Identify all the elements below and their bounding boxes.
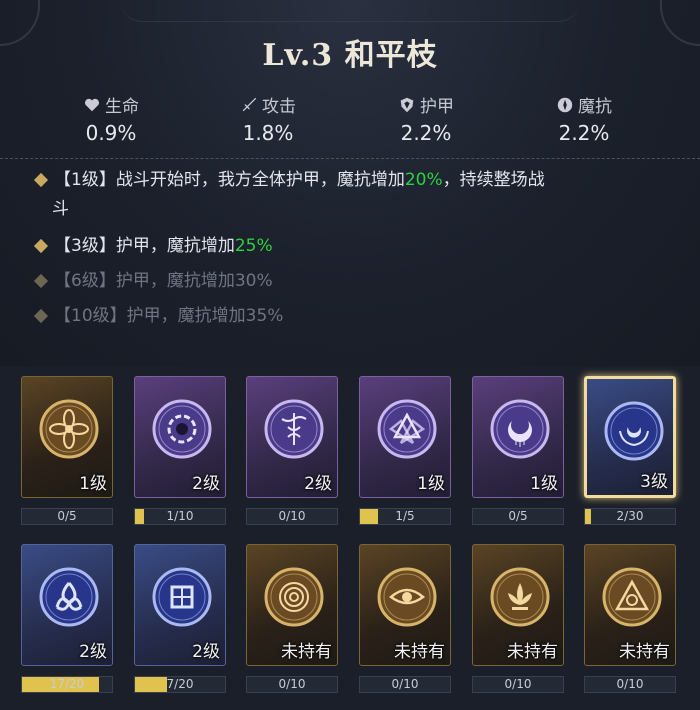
emblem-level: 未持有: [281, 642, 332, 662]
stat-label: 生命: [105, 97, 139, 117]
magic-resist-icon: [556, 96, 574, 114]
stat-attack: 攻击 1.8%: [198, 92, 338, 145]
laurel-moon-emblem-icon: [604, 401, 664, 461]
progress-bar: 7/20: [134, 676, 226, 693]
progress-bar: 2/30: [584, 508, 676, 525]
shield-icon: [398, 96, 416, 114]
knot-emblem-icon: [152, 567, 212, 627]
progress-bar: 0/10: [246, 508, 338, 525]
diamond-bullet-icon: [33, 308, 49, 324]
valknut-emblem-icon: [377, 399, 437, 459]
emblem-card-eye-emblem[interactable]: 未持有: [359, 544, 451, 666]
flower-emblem-icon: [39, 399, 99, 459]
progress-text: 17/20: [49, 677, 85, 691]
emblem-level: 2级: [192, 474, 220, 494]
progress-bar: 0/10: [584, 676, 676, 693]
stat-hp: 生命 0.9%: [41, 92, 181, 145]
emblem-card-triquetra-emblem[interactable]: 2级: [21, 544, 113, 666]
emblem-level: 未持有: [619, 642, 670, 662]
emblem-level: 未持有: [507, 642, 558, 662]
maze-emblem-icon: [264, 567, 324, 627]
diamond-bullet-icon: [33, 172, 49, 188]
progress-bar: 17/20: [21, 676, 113, 693]
emblem-level: 1级: [417, 474, 445, 494]
moon-dreamcatcher-emblem-icon: [490, 399, 550, 459]
skill-text-suffix: ，持续整场战: [442, 170, 545, 190]
progress-text: 0/10: [278, 509, 306, 523]
progress-text: 0/5: [57, 509, 77, 523]
item-title: Lv.3 和平枝: [262, 38, 438, 73]
skill-tier-3: 【3级】护甲，魔抗增加25%: [0, 232, 680, 261]
progress-bar: 0/10: [472, 676, 564, 693]
stat-value: 2.2%: [400, 121, 452, 145]
skill-text-wrap: 斗: [52, 199, 69, 219]
progress-bar: 1/10: [134, 508, 226, 525]
stat-value: 1.8%: [242, 121, 294, 145]
progress-text: 0/10: [391, 677, 419, 691]
emblem-level: 未持有: [394, 642, 445, 662]
skill-tier-1: 【1级】战斗开始时，我方全体护甲，魔抗增加20%，持续整场战 斗: [0, 166, 680, 224]
progress-bar: 0/10: [246, 676, 338, 693]
emblem-card-knot-emblem[interactable]: 2级: [134, 544, 226, 666]
progress-bar: 0/5: [472, 508, 564, 525]
emblem-card-valknut-emblem[interactable]: 1级: [359, 376, 451, 498]
stat-value: 2.2%: [558, 121, 610, 145]
progress-bar: 0/5: [21, 508, 113, 525]
emblem-card-vortex-emblem[interactable]: 2级: [134, 376, 226, 498]
skill-text: 【10级】护甲，魔抗增加35%: [54, 306, 284, 326]
top-ornament: [120, 0, 580, 22]
stat-armor: 护甲 2.2%: [356, 92, 496, 145]
stat-label: 魔抗: [578, 97, 612, 117]
emblem-card-maze-emblem[interactable]: 未持有: [246, 544, 338, 666]
divider: [0, 158, 700, 159]
stat-label: 护甲: [420, 97, 454, 117]
emblem-card-triangle-emblem[interactable]: 未持有: [584, 544, 676, 666]
skill-highlight: 25%: [234, 236, 273, 256]
sword-icon: [240, 96, 258, 114]
triangle-emblem-icon: [602, 567, 662, 627]
progress-text: 0/10: [278, 677, 306, 691]
emblem-card-lotus-emblem[interactable]: 未持有: [472, 544, 564, 666]
vortex-emblem-icon: [152, 399, 212, 459]
emblem-card-laurel-moon-emblem[interactable]: 3级: [584, 376, 676, 498]
progress-text: 7/20: [166, 677, 194, 691]
skill-highlight: 20%: [404, 170, 443, 190]
emblem-level: 3级: [640, 472, 668, 492]
emblem-level: 2级: [304, 474, 332, 494]
progress-text: 0/5: [508, 509, 528, 523]
emblem-level: 2级: [79, 642, 107, 662]
emblem-level: 1级: [530, 474, 558, 494]
skill-tier-10: 【10级】护甲，魔抗增加35%: [0, 302, 680, 331]
emblem-card-caduceus-emblem[interactable]: 2级: [246, 376, 338, 498]
emblem-grid: 1级 0/5 2级 1/10 2级 0/10 1级 1/5 1级 0/5 3级 2/30 2级 17/20…: [0, 366, 700, 710]
emblem-card-flower-emblem[interactable]: 1级: [21, 376, 113, 498]
progress-text: 2/30: [616, 509, 644, 523]
emblem-level: 1级: [79, 474, 107, 494]
caduceus-emblem-icon: [264, 399, 324, 459]
progress-text: 1/5: [395, 509, 415, 523]
stat-label: 攻击: [262, 97, 296, 117]
skill-text: 【3级】护甲，魔抗增加: [54, 236, 235, 256]
emblem-level: 2级: [192, 642, 220, 662]
eye-emblem-icon: [377, 567, 437, 627]
progress-text: 1/10: [166, 509, 194, 523]
lotus-emblem-icon: [490, 567, 550, 627]
stat-value: 0.9%: [85, 121, 137, 145]
stats-row: 生命 0.9% 攻击 1.8% 护甲 2.2% 魔抗 2.2%: [0, 92, 700, 152]
progress-bar: 1/5: [359, 508, 451, 525]
skill-list: 【1级】战斗开始时，我方全体护甲，魔抗增加20%，持续整场战 斗 【3级】护甲，…: [0, 166, 700, 331]
progress-text: 0/10: [504, 677, 532, 691]
diamond-bullet-icon: [33, 273, 49, 289]
skill-tier-6: 【6级】护甲，魔抗增加30%: [0, 267, 680, 296]
skill-text: 【6级】护甲，魔抗增加30%: [54, 271, 273, 291]
detail-panel: Lv.3 和平枝 生命 0.9% 攻击 1.8% 护甲 2.2% 魔抗 2.2%…: [0, 0, 700, 366]
diamond-bullet-icon: [33, 238, 49, 254]
emblem-card-moon-dreamcatcher-emblem[interactable]: 1级: [472, 376, 564, 498]
skill-text: 【1级】战斗开始时，我方全体护甲，魔抗增加: [54, 170, 405, 190]
progress-bar: 0/10: [359, 676, 451, 693]
triquetra-emblem-icon: [39, 567, 99, 627]
stat-magic-resist: 魔抗 2.2%: [514, 92, 654, 145]
heart-icon: [83, 96, 101, 114]
progress-text: 0/10: [616, 677, 644, 691]
